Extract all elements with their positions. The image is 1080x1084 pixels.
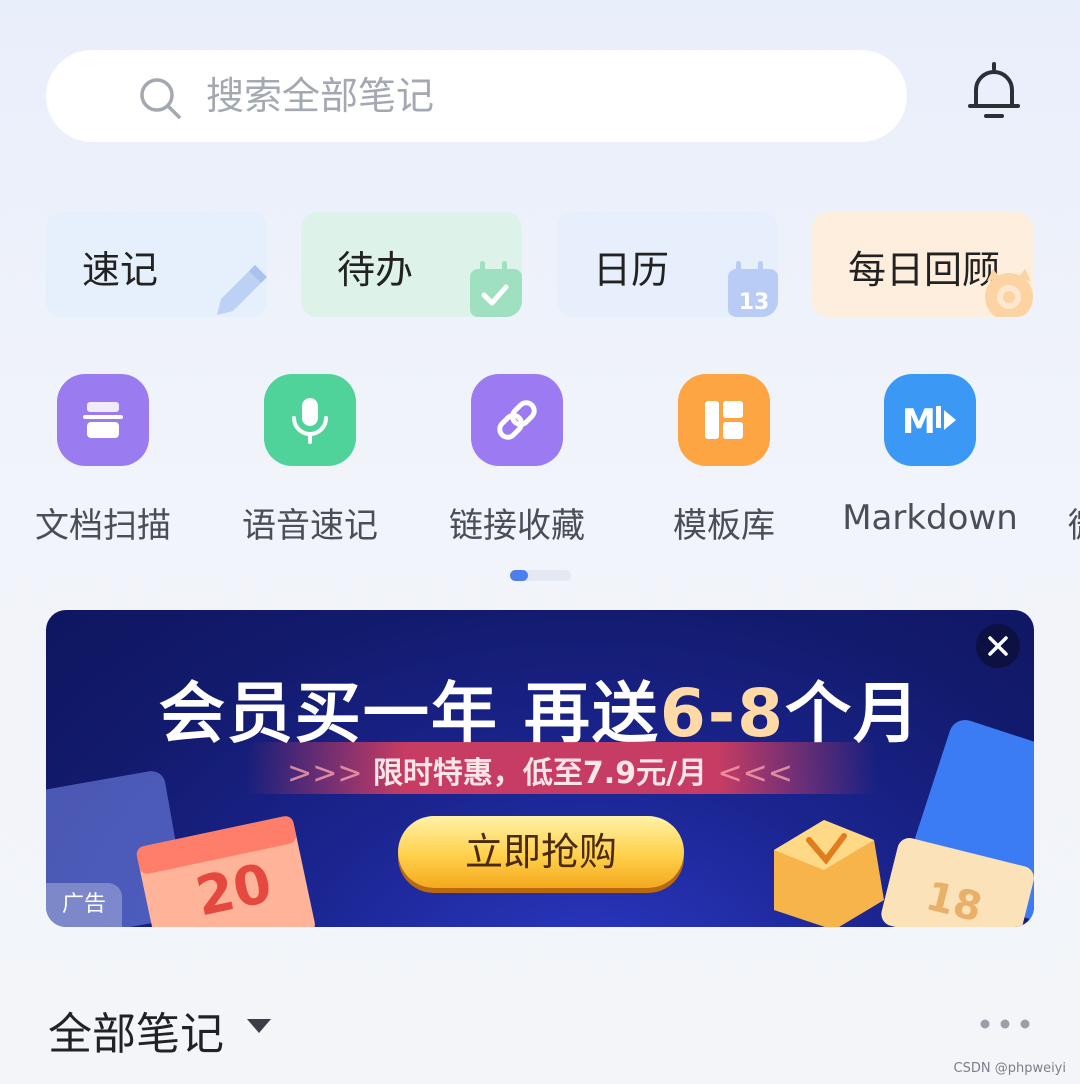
banner-sub-text: 限时特惠，低至7.9元/月	[372, 756, 708, 791]
tool-doc-scan[interactable]: 文档扫描	[0, 374, 213, 546]
tool-markdown[interactable]: M Markdown	[820, 374, 1040, 544]
tool-voice-note[interactable]: 语音速记	[200, 374, 420, 546]
all-notes-title[interactable]: 全部笔记	[48, 998, 224, 1062]
scanner-icon	[57, 374, 149, 466]
pager-indicator	[510, 570, 571, 581]
calendar-check-icon	[470, 261, 522, 317]
banner-headline-c: 个月	[785, 675, 922, 752]
quick-card-todo[interactable]: 待办	[301, 212, 522, 317]
link-icon	[471, 374, 563, 466]
markdown-glyph: M	[902, 402, 936, 440]
search-input[interactable]	[206, 66, 846, 126]
markdown-icon: M	[884, 374, 976, 466]
quick-card-label: 速记	[82, 248, 159, 292]
tool-label: 语音速记	[242, 506, 378, 546]
tool-link-save[interactable]: 链接收藏	[407, 374, 627, 546]
ad-tag: 广告	[46, 883, 122, 927]
tool-label: 模板库	[673, 506, 775, 546]
banner-headline-highlight: 6-8	[659, 675, 786, 752]
search-bar[interactable]	[46, 50, 907, 142]
close-banner-button[interactable]	[976, 624, 1020, 668]
calendar-13-icon: 13	[728, 261, 778, 317]
tool-template-library[interactable]: 模板库	[614, 374, 834, 546]
template-icon	[678, 374, 770, 466]
bell-icon[interactable]	[966, 60, 1022, 124]
tool-label: Markdown	[842, 498, 1018, 538]
pencil-icon	[217, 265, 267, 315]
close-icon	[988, 636, 1008, 656]
microphone-icon	[264, 374, 356, 466]
quick-card-label: 日历	[593, 248, 670, 292]
search-icon	[140, 78, 181, 119]
buy-now-button[interactable]: 立即抢购	[398, 816, 684, 888]
banner-headline-a: 会员买一年 再送	[158, 675, 660, 752]
quick-card-label: 待办	[337, 248, 414, 292]
more-options-icon[interactable]	[978, 1016, 1032, 1032]
quick-card-calendar[interactable]: 日历 13	[557, 212, 778, 317]
tool-label: 链接收藏	[449, 506, 585, 546]
chevrons-left-icon: <<<	[717, 756, 793, 791]
pager-dot-active	[510, 570, 528, 581]
watermark: CSDN @phpweiyi	[953, 1061, 1067, 1076]
quick-card-note[interactable]: 速记	[46, 212, 267, 317]
calendar-badge: 13	[739, 290, 770, 315]
tool-label-partial[interactable]: 微	[1068, 498, 1080, 547]
review-icon	[985, 269, 1033, 317]
tool-label: 文档扫描	[35, 506, 171, 546]
caret-down-icon[interactable]	[246, 1018, 272, 1034]
promo-banner[interactable]: 20 18 会员买一年 再送6-8个月 >>> 限时特惠，低至7.9元/月 <<…	[46, 610, 1034, 927]
chevrons-right-icon: >>>	[287, 756, 363, 791]
quick-card-review[interactable]: 每日回顾	[812, 212, 1033, 317]
banner-subtitle: >>> 限时特惠，低至7.9元/月 <<<	[46, 748, 1034, 792]
